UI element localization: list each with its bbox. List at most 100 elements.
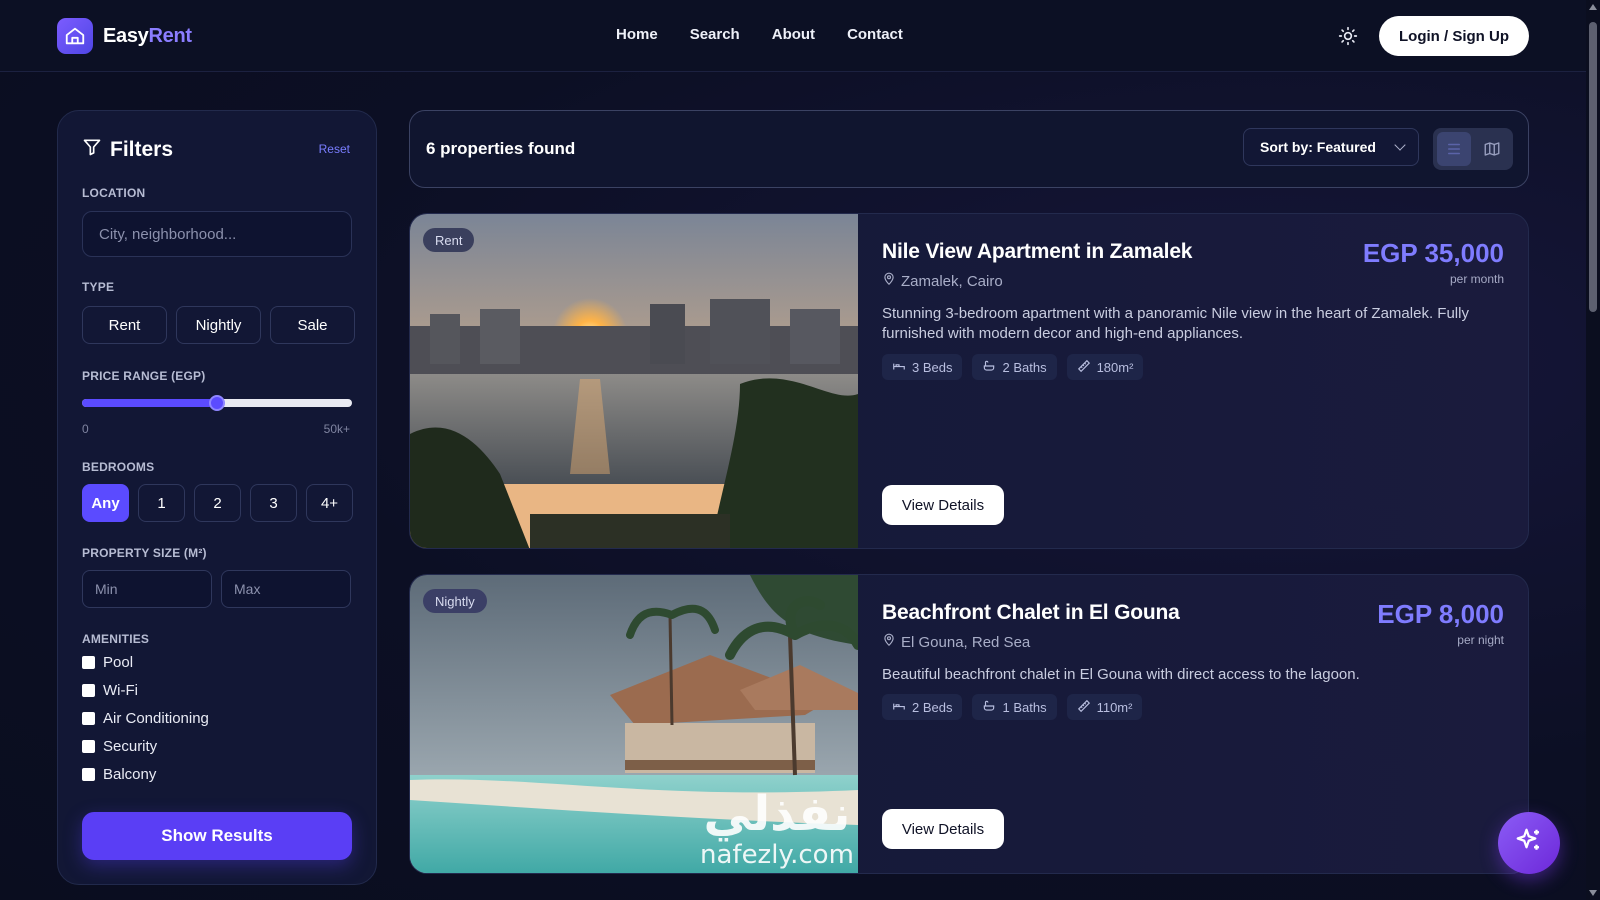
amenity-balcony-label: Balcony	[103, 766, 157, 783]
ai-assistant-button[interactable]	[1498, 812, 1560, 874]
size-min-input[interactable]	[82, 570, 212, 608]
house-icon	[57, 18, 93, 54]
property-photo[interactable]: Rent	[410, 214, 858, 548]
filters-heading: Filters	[82, 137, 173, 163]
property-title[interactable]: Beachfront Chalet in El Gouna	[882, 601, 1180, 625]
scroll-up-arrow-icon[interactable]	[1589, 4, 1597, 10]
property-location: Zamalek, Cairo	[882, 272, 1003, 290]
property-info: Beachfront Chalet in El Gouna El Gouna, …	[882, 575, 1504, 873]
show-results-button[interactable]: Show Results	[82, 812, 352, 860]
watermark-arabic: نفذلي	[703, 786, 851, 842]
scroll-thumb[interactable]	[1589, 22, 1597, 312]
area-chip: 180m²	[1066, 354, 1144, 380]
price-slider-fill	[82, 399, 217, 407]
amenity-wifi-label: Wi-Fi	[103, 682, 138, 699]
baths-text: 1 Baths	[1002, 699, 1047, 715]
price-min-label: 0	[82, 422, 89, 436]
brand-logo[interactable]: EasyRent	[57, 18, 192, 54]
property-features: 3 Beds 2 Baths 180m²	[882, 354, 1144, 380]
amenities-label: AMENITIES	[82, 632, 150, 646]
price-unit: per night	[1457, 633, 1504, 647]
property-location: El Gouna, Red Sea	[882, 633, 1030, 651]
bedrooms-3-button[interactable]: 3	[250, 484, 297, 522]
price-slider-handle[interactable]	[209, 395, 225, 411]
nav-home[interactable]: Home	[616, 26, 658, 43]
ruler-icon	[1077, 699, 1091, 716]
reset-filters-link[interactable]: Reset	[319, 142, 350, 156]
price-max-label: 50k+	[323, 422, 350, 436]
scroll-down-arrow-icon[interactable]	[1589, 890, 1597, 896]
map-view-icon[interactable]	[1475, 132, 1509, 166]
filters-panel: Filters Reset LOCATION TYPE Rent Nightly…	[57, 110, 377, 885]
login-signup-button[interactable]: Login / Sign Up	[1379, 16, 1529, 56]
bedrooms-1-button[interactable]: 1	[138, 484, 185, 522]
bedrooms-2-button[interactable]: 2	[194, 484, 241, 522]
ruler-icon	[1077, 359, 1091, 376]
listing-type-badge: Rent	[423, 228, 475, 252]
amenity-balcony-checkbox[interactable]	[82, 768, 95, 781]
property-title[interactable]: Nile View Apartment in Zamalek	[882, 240, 1192, 264]
bedroom-options: Any 1 2 3 4+	[82, 484, 353, 522]
beds-chip: 3 Beds	[882, 354, 963, 380]
nav-search[interactable]: Search	[690, 26, 740, 43]
type-options: Rent Nightly Sale	[82, 306, 355, 344]
nav-about[interactable]: About	[772, 26, 815, 43]
results-count: 6 properties found	[426, 139, 576, 158]
brand-name: EasyRent	[103, 25, 192, 48]
chevron-down-icon	[1394, 139, 1406, 151]
amenity-ac-label: Air Conditioning	[103, 710, 209, 727]
type-label: TYPE	[82, 280, 115, 294]
view-toggle	[1433, 128, 1513, 170]
type-rent-button[interactable]: Rent	[82, 306, 167, 344]
listing-type-badge: Nightly	[423, 589, 487, 613]
page-scrollbar[interactable]	[1586, 0, 1600, 900]
beds-chip: 2 Beds	[882, 694, 963, 720]
price-unit: per month	[1449, 272, 1504, 286]
amenity-pool-checkbox[interactable]	[82, 656, 95, 669]
sort-dropdown[interactable]: Sort by: Featured	[1243, 128, 1419, 166]
property-features: 2 Beds 1 Baths 110m²	[882, 694, 1143, 720]
amenity-security-checkbox[interactable]	[82, 740, 95, 753]
amenity-balcony[interactable]: Balcony	[82, 766, 156, 783]
amenity-wifi-checkbox[interactable]	[82, 684, 95, 697]
property-location-text: El Gouna, Red Sea	[901, 633, 1031, 651]
sun-icon[interactable]	[1338, 26, 1358, 46]
property-description: Stunning 3-bedroom apartment with a pano…	[882, 305, 1469, 342]
list-view-icon[interactable]	[1437, 132, 1471, 166]
map-pin-icon	[882, 633, 896, 651]
nav-contact[interactable]: Contact	[847, 26, 903, 43]
area-text: 180m²	[1096, 359, 1134, 375]
size-inputs	[82, 570, 351, 608]
baths-chip: 2 Baths	[972, 354, 1057, 380]
type-nightly-button[interactable]: Nightly	[176, 306, 261, 344]
amenity-security-label: Security	[103, 738, 158, 755]
view-details-button[interactable]: View Details	[882, 809, 1004, 849]
amenity-ac-checkbox[interactable]	[82, 712, 95, 725]
amenity-pool[interactable]: Pool	[82, 654, 133, 671]
amenity-wifi[interactable]: Wi-Fi	[82, 682, 138, 699]
bed-icon	[892, 699, 906, 716]
amenity-air-conditioning[interactable]: Air Conditioning	[82, 710, 209, 727]
bedrooms-label: BEDROOMS	[82, 460, 155, 474]
sparkles-icon	[1514, 826, 1544, 861]
type-sale-button[interactable]: Sale	[270, 306, 355, 344]
size-max-input[interactable]	[221, 570, 351, 608]
bedrooms-4plus-button[interactable]: 4+	[306, 484, 353, 522]
bed-icon	[892, 359, 906, 376]
property-description: Beautiful beachfront chalet in El Gouna …	[882, 666, 1360, 683]
bath-icon	[982, 699, 996, 716]
area-chip: 110m²	[1066, 694, 1143, 720]
sort-label: Sort by: Featured	[1260, 139, 1376, 155]
property-price: EGP 35,000	[1362, 238, 1504, 268]
area-text: 110m²	[1096, 699, 1133, 715]
price-range-label: PRICE RANGE (EGP)	[82, 369, 206, 383]
map-pin-icon	[882, 272, 896, 290]
property-location-text: Zamalek, Cairo	[901, 272, 1003, 290]
property-price: EGP 8,000	[1377, 599, 1504, 629]
amenity-security[interactable]: Security	[82, 738, 157, 755]
results-toolbar: 6 properties found Sort by: Featured	[409, 110, 1529, 188]
bedrooms-any-button[interactable]: Any	[82, 484, 129, 522]
location-input[interactable]	[82, 211, 352, 257]
view-details-button[interactable]: View Details	[882, 485, 1004, 525]
price-range-slider[interactable]	[82, 395, 352, 411]
